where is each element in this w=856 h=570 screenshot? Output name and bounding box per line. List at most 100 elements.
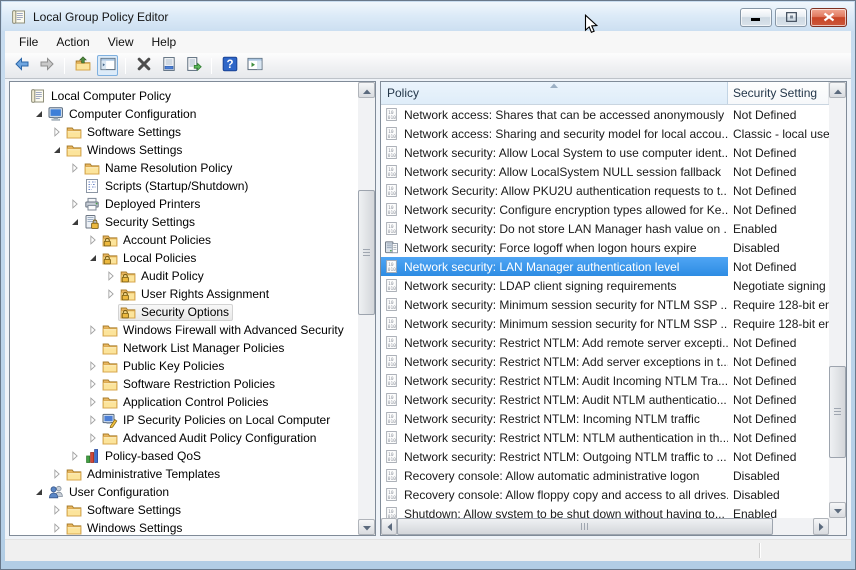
tree-item-security-options[interactable]: Security Options	[10, 303, 358, 321]
policy-row-network-access-sharing-and-security-mode[interactable]: 10010Network access: Sharing and securit…	[381, 124, 829, 143]
tree-vertical-scrollbar[interactable]	[358, 82, 375, 535]
list-horizontal-scrollbar[interactable]	[381, 518, 829, 535]
expander-expanded-icon[interactable]	[32, 107, 46, 121]
forward-button[interactable]	[36, 55, 57, 76]
show-action-pane-button[interactable]	[244, 55, 265, 76]
policy-row-network-security-restrict-ntlm-audit-ntl[interactable]: 10010Network security: Restrict NTLM: Au…	[381, 390, 829, 409]
tree-item-software-restriction-policies[interactable]: Software Restriction Policies	[10, 375, 358, 393]
policy-row-network-security-minimum-session-securit[interactable]: 10010Network security: Minimum session s…	[381, 295, 829, 314]
tree-item-audit-policy[interactable]: Audit Policy	[10, 267, 358, 285]
tree-item-software-settings[interactable]: Software Settings	[10, 123, 358, 141]
tree-item-scripts-startup-shutdown[interactable]: Scripts (Startup/Shutdown)	[10, 177, 358, 195]
scroll-up-button[interactable]	[829, 82, 846, 98]
expander-collapsed-icon[interactable]	[50, 521, 64, 535]
scroll-left-button[interactable]	[381, 518, 397, 535]
policy-row-network-security-allow-local-system-to-u[interactable]: 10010Network security: Allow Local Syste…	[381, 143, 829, 162]
policy-row-shutdown-allow-system-to-be-shut-down-wi[interactable]: 10010Shutdown: Allow system to be shut d…	[381, 504, 829, 518]
tree-item-windows-settings[interactable]: Windows Settings	[10, 519, 358, 535]
delete-button[interactable]	[133, 55, 154, 76]
tree-item-name-resolution-policy[interactable]: Name Resolution Policy	[10, 159, 358, 177]
expander-collapsed-icon[interactable]	[86, 233, 100, 247]
expander-collapsed-icon[interactable]	[86, 431, 100, 445]
expander-expanded-icon[interactable]	[86, 251, 100, 265]
scroll-up-button[interactable]	[358, 82, 375, 98]
policy-row-network-security-do-not-store-lan-manage[interactable]: 10010Network security: Do not store LAN …	[381, 219, 829, 238]
expander-collapsed-icon[interactable]	[50, 467, 64, 481]
policy-row-network-security-restrict-ntlm-add-remot[interactable]: 10010Network security: Restrict NTLM: Ad…	[381, 333, 829, 352]
expander-collapsed-icon[interactable]	[68, 449, 82, 463]
expander-collapsed-icon[interactable]	[68, 197, 82, 211]
expander-collapsed-icon[interactable]	[86, 395, 100, 409]
titlebar[interactable]: Local Group Policy Editor	[2, 2, 854, 31]
expander-collapsed-icon[interactable]	[86, 359, 100, 373]
tree-item-windows-firewall-with-advanced-security[interactable]: Windows Firewall with Advanced Security	[10, 321, 358, 339]
policy-row-network-security-restrict-ntlm-incoming-[interactable]: 10010Network security: Restrict NTLM: In…	[381, 409, 829, 428]
expander-collapsed-icon[interactable]	[104, 287, 118, 301]
expander-collapsed-icon[interactable]	[86, 377, 100, 391]
column-header-policy[interactable]: Policy	[381, 82, 728, 104]
close-button[interactable]	[810, 8, 847, 27]
tree-item-local-computer-policy[interactable]: Local Computer Policy	[10, 87, 358, 105]
expander-expanded-icon[interactable]	[68, 215, 82, 229]
policy-row-network-access-shares-that-can-be-access[interactable]: 10010Network access: Shares that can be …	[381, 105, 829, 124]
column-header-security-setting[interactable]: Security Setting	[728, 82, 829, 104]
policy-row-network-security-allow-localsystem-null-[interactable]: 10010Network security: Allow LocalSystem…	[381, 162, 829, 181]
menu-help[interactable]: Help	[143, 32, 186, 52]
tree-item-user-configuration[interactable]: User Configuration	[10, 483, 358, 501]
tree-item-account-policies[interactable]: Account Policies	[10, 231, 358, 249]
expander-collapsed-icon[interactable]	[86, 323, 100, 337]
scroll-down-button[interactable]	[358, 519, 375, 535]
tree-item-windows-settings[interactable]: Windows Settings	[10, 141, 358, 159]
scroll-right-button[interactable]	[813, 518, 829, 535]
expander-expanded-icon[interactable]	[32, 485, 46, 499]
policy-row-network-security-minimum-session-securit[interactable]: 10010Network security: Minimum session s…	[381, 314, 829, 333]
maximize-button[interactable]	[775, 8, 807, 27]
menu-view[interactable]: View	[99, 32, 143, 52]
show-console-tree-button[interactable]	[97, 55, 118, 76]
minimize-button[interactable]	[740, 8, 772, 27]
help-button[interactable]: ?	[219, 55, 240, 76]
tree-item-software-settings[interactable]: Software Settings	[10, 501, 358, 519]
properties-button[interactable]	[158, 55, 179, 76]
tree-item-user-rights-assignment[interactable]: User Rights Assignment	[10, 285, 358, 303]
tree-item-network-list-manager-policies[interactable]: Network List Manager Policies	[10, 339, 358, 357]
tree-item-local-policies[interactable]: Local Policies	[10, 249, 358, 267]
policy-row-network-security-restrict-ntlm-audit-inc[interactable]: 10010Network security: Restrict NTLM: Au…	[381, 371, 829, 390]
policy-row-network-security-ldap-client-signing-req[interactable]: 10010Network security: LDAP client signi…	[381, 276, 829, 295]
tree-item-security-settings[interactable]: Security Settings	[10, 213, 358, 231]
expander-collapsed-icon[interactable]	[68, 161, 82, 175]
tree-item-public-key-policies[interactable]: Public Key Policies	[10, 357, 358, 375]
tree-item-policy-based-qos[interactable]: Policy-based QoS	[10, 447, 358, 465]
list-vertical-scrollbar[interactable]	[829, 82, 846, 518]
menu-action[interactable]: Action	[47, 32, 98, 52]
policy-row-recovery-console-allow-floppy-copy-and-a[interactable]: 10010Recovery console: Allow floppy copy…	[381, 485, 829, 504]
scroll-down-button[interactable]	[829, 502, 846, 518]
expander-collapsed-icon[interactable]	[104, 269, 118, 283]
up-one-level-button[interactable]	[72, 55, 93, 76]
policy-row-network-security-force-logoff-when-logon[interactable]: Network security: Force logoff when logo…	[381, 238, 829, 257]
policy-row-network-security-restrict-ntlm-outgoing-[interactable]: 10010Network security: Restrict NTLM: Ou…	[381, 447, 829, 466]
list-scrollbar-thumb[interactable]	[829, 366, 846, 458]
tree-item-computer-configuration[interactable]: Computer Configuration	[10, 105, 358, 123]
export-list-button[interactable]	[183, 55, 204, 76]
tree-item-administrative-templates[interactable]: Administrative Templates	[10, 465, 358, 483]
hscrollbar-thumb[interactable]	[397, 518, 773, 535]
tree-item-ip-security-policies-on-local-computer[interactable]: IP Security Policies on Local Computer	[10, 411, 358, 429]
policy-row-network-security-restrict-ntlm-add-serve[interactable]: 10010Network security: Restrict NTLM: Ad…	[381, 352, 829, 371]
expander-collapsed-icon[interactable]	[50, 503, 64, 517]
expander-collapsed-icon[interactable]	[86, 413, 100, 427]
policy-row-network-security-configure-encryption-ty[interactable]: 10010Network security: Configure encrypt…	[381, 200, 829, 219]
expander-collapsed-icon[interactable]	[50, 125, 64, 139]
tree-item-deployed-printers[interactable]: Deployed Printers	[10, 195, 358, 213]
policy-row-recovery-console-allow-automatic-adminis[interactable]: 10010Recovery console: Allow automatic a…	[381, 466, 829, 485]
policy-row-network-security-lan-manager-authenticat[interactable]: 10010Network security: LAN Manager authe…	[381, 257, 829, 276]
policy-row-network-security-allow-pku2u-authenticat[interactable]: 10010Network Security: Allow PKU2U authe…	[381, 181, 829, 200]
tree-item-label: Windows Settings	[87, 521, 182, 535]
tree-item-advanced-audit-policy-configuration[interactable]: Advanced Audit Policy Configuration	[10, 429, 358, 447]
menu-file[interactable]: File	[10, 32, 47, 52]
tree-scrollbar-thumb[interactable]	[358, 190, 375, 315]
tree-item-application-control-policies[interactable]: Application Control Policies	[10, 393, 358, 411]
expander-expanded-icon[interactable]	[50, 143, 64, 157]
policy-row-network-security-restrict-ntlm-ntlm-auth[interactable]: 10010Network security: Restrict NTLM: NT…	[381, 428, 829, 447]
back-button[interactable]	[11, 55, 32, 76]
